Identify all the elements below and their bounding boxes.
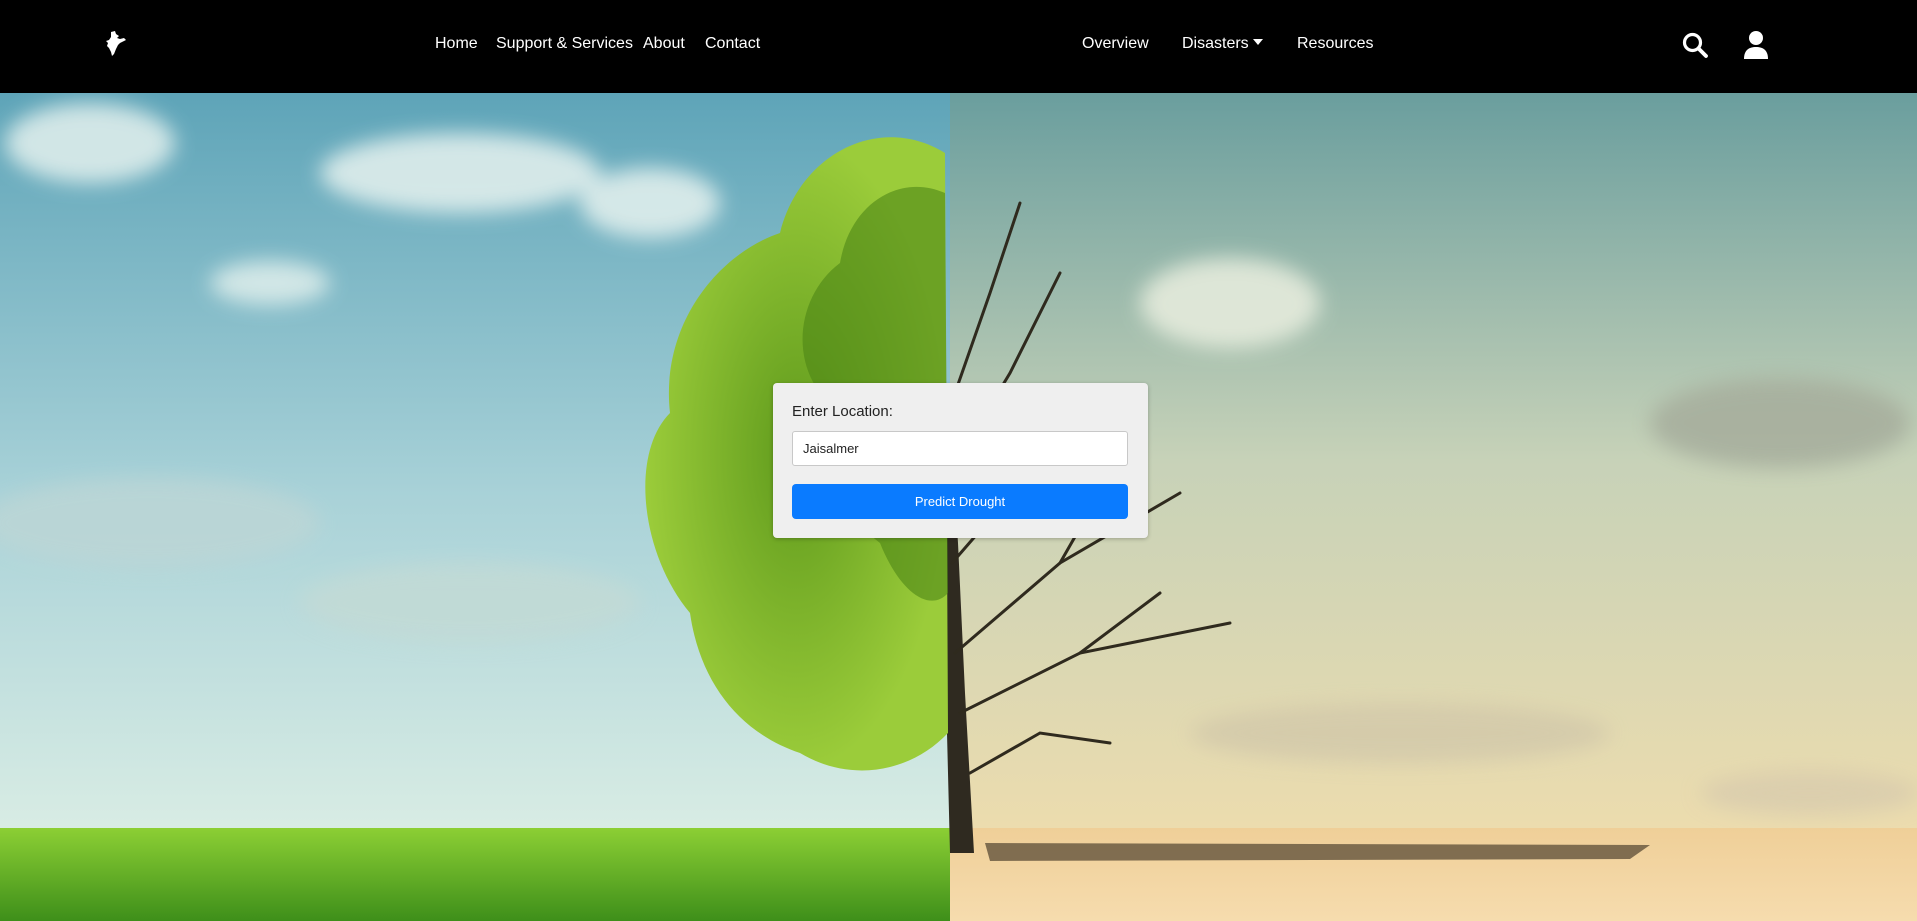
nav-home[interactable]: Home bbox=[435, 33, 478, 55]
search-icon[interactable] bbox=[1681, 31, 1709, 59]
nav-disasters-label: Disasters bbox=[1182, 35, 1249, 52]
prediction-card: Enter Location: Predict Drought bbox=[773, 383, 1148, 538]
location-label: Enter Location: bbox=[792, 403, 893, 420]
top-navbar: Home Support & Services About Contact Ov… bbox=[0, 0, 1917, 93]
user-icon[interactable] bbox=[1743, 30, 1769, 60]
nav-disasters-dropdown[interactable]: Disasters bbox=[1182, 33, 1263, 55]
predict-drought-button[interactable]: Predict Drought bbox=[792, 484, 1128, 519]
nav-resources[interactable]: Resources bbox=[1297, 33, 1373, 55]
nav-support-services[interactable]: Support & Services bbox=[496, 33, 633, 55]
india-map-icon[interactable] bbox=[104, 30, 128, 58]
nav-about[interactable]: About bbox=[643, 33, 685, 55]
nav-overview[interactable]: Overview bbox=[1082, 33, 1149, 55]
nav-contact[interactable]: Contact bbox=[705, 33, 760, 55]
caret-down-icon bbox=[1252, 39, 1263, 45]
location-input[interactable] bbox=[792, 431, 1128, 466]
